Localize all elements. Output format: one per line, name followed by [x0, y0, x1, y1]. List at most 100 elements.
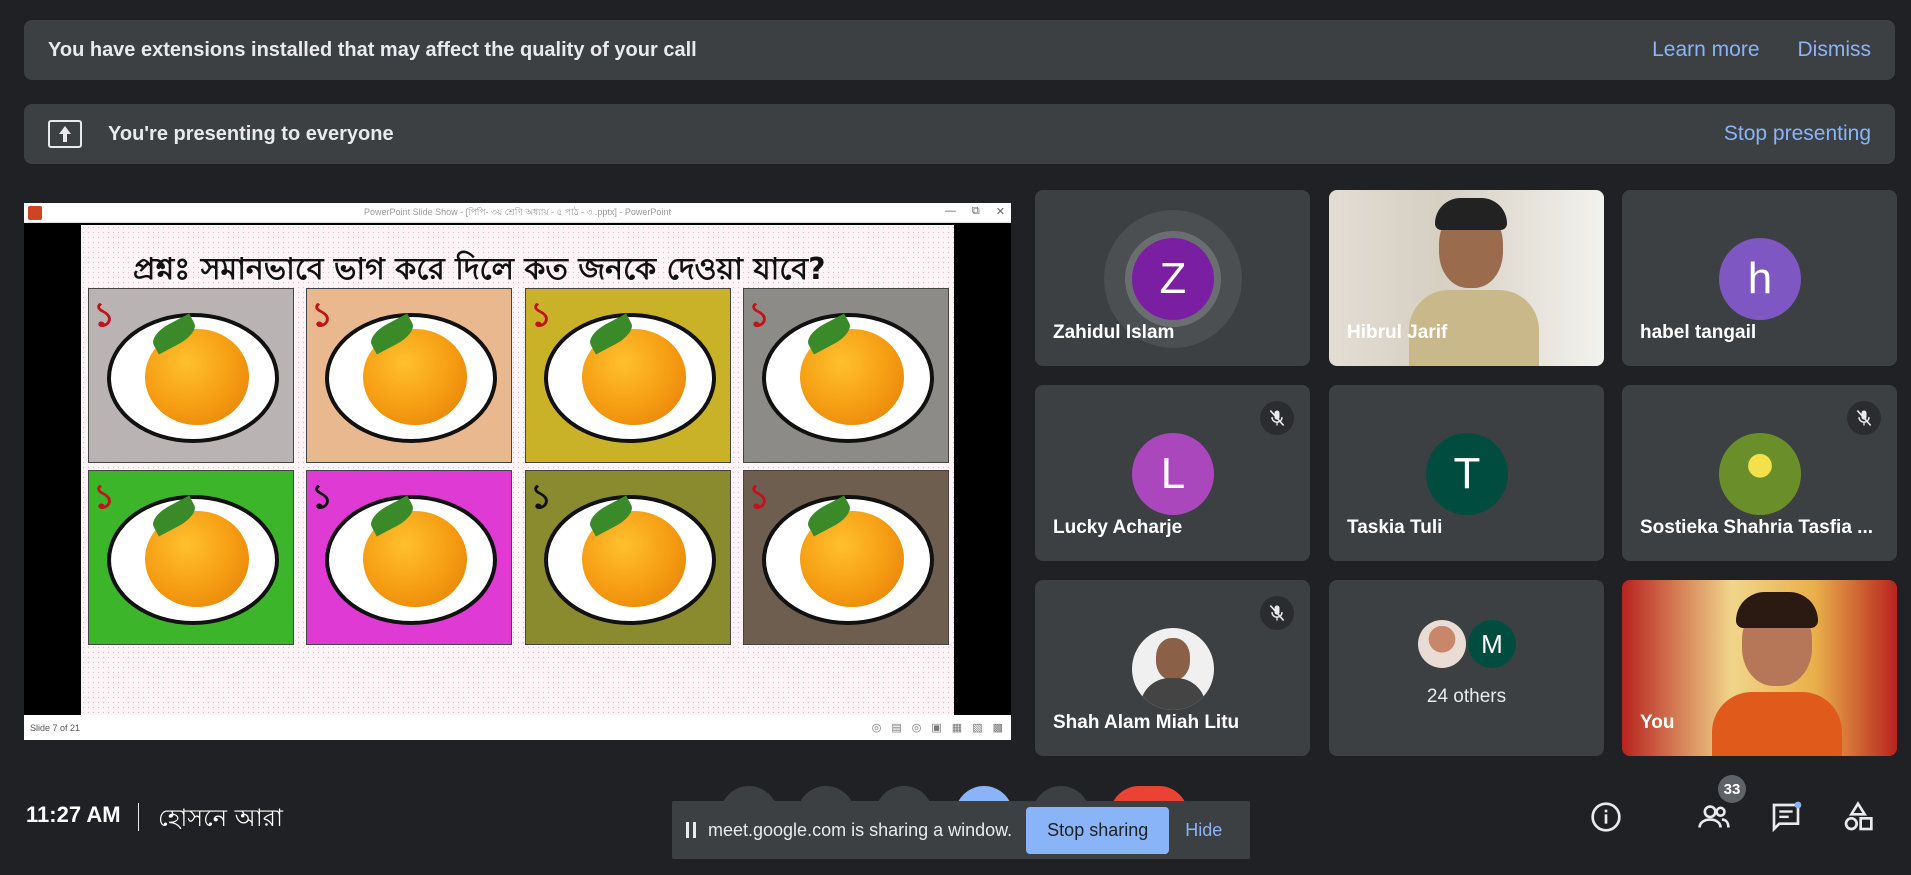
- others-count: 24 others: [1426, 686, 1507, 707]
- participant-tile-24-others[interactable]: M 24 others: [1329, 580, 1604, 756]
- avatar: h: [1719, 238, 1801, 320]
- plate: [107, 313, 279, 443]
- slideshow-icon[interactable]: ▩: [993, 721, 1003, 734]
- participant-tile-sostieka-shahria-tasfia[interactable]: Sostieka Shahria Tasfia ...: [1622, 385, 1897, 561]
- presenting-banner-actions: Stop presenting: [1724, 122, 1871, 146]
- avatar-initial: Z: [1159, 254, 1187, 303]
- participant-name: Taskia Tuli: [1347, 517, 1443, 538]
- muted-mic-icon: [1847, 401, 1881, 435]
- plate: [325, 495, 497, 625]
- plate: [325, 313, 497, 443]
- avatar-initial: T: [1453, 449, 1481, 498]
- orange-tile: ১: [525, 288, 731, 463]
- participant-name: habel tangail: [1640, 322, 1757, 343]
- participant-tile-hibrul-jarif[interactable]: Hibrul Jarif: [1329, 190, 1604, 366]
- others-avatar-photo: [1418, 620, 1466, 668]
- orange-tile: ১: [743, 288, 949, 463]
- orange-tile: ১: [306, 288, 512, 463]
- powerpoint-statusbar: Slide 7 of 21 ◎ ▤ ◎ ▣ ▦ ▧ ▩: [24, 715, 1011, 740]
- participant-tile-shah-alam-miah-litu[interactable]: Shah Alam Miah Litu: [1035, 580, 1310, 756]
- participant-name: Zahidul Islam: [1053, 322, 1175, 343]
- participant-tile-zahidul-islam[interactable]: Z Zahidul Islam: [1035, 190, 1310, 366]
- avatar: Z: [1132, 238, 1214, 320]
- normal-view-icon[interactable]: ▣: [931, 721, 941, 734]
- participant-tile-taskia-tuli[interactable]: T Taskia Tuli: [1329, 385, 1604, 561]
- stop-sharing-button[interactable]: Stop sharing: [1026, 806, 1170, 854]
- stop-presenting-button[interactable]: Stop presenting: [1724, 122, 1871, 146]
- participant-tile-lucky-acharje[interactable]: L Lucky Acharje: [1035, 385, 1310, 561]
- others-avatar: M: [1468, 620, 1516, 668]
- participant-name: Hibrul Jarif: [1347, 322, 1448, 343]
- close-icon[interactable]: ✕: [996, 205, 1005, 218]
- participant-tile-you[interactable]: You: [1622, 580, 1897, 756]
- reading-view-icon[interactable]: ▧: [972, 721, 982, 734]
- people-count-badge: 33: [1718, 775, 1746, 803]
- tile-number: ১: [93, 477, 116, 517]
- window-controls: — ⧉ ✕: [945, 205, 1005, 218]
- slide-sorter-icon[interactable]: ▦: [952, 721, 962, 734]
- powerpoint-window-title: PowerPoint Slide Show - [পিপি- ৩য় শ্রেণ…: [364, 207, 671, 217]
- activities-icon[interactable]: [1838, 797, 1878, 837]
- presenting-banner: You're presenting to everyone Stop prese…: [24, 104, 1895, 164]
- avatar-photo: [1132, 628, 1214, 710]
- tile-number: ১: [748, 295, 771, 335]
- drag-handle-icon[interactable]: [686, 822, 696, 838]
- accessibility-icon[interactable]: ◎: [872, 721, 882, 734]
- orange-tile: ১: [88, 288, 294, 463]
- view-buttons: ◎ ▤ ◎ ▣ ▦ ▧ ▩: [872, 721, 1011, 734]
- tile-number: ১: [748, 477, 771, 517]
- tile-number: ১: [530, 295, 553, 335]
- plate: [762, 495, 934, 625]
- presented-slide-window: PowerPoint Slide Show - [পিপি- ৩য় শ্রেণ…: [24, 203, 1011, 740]
- learn-more-button[interactable]: Learn more: [1652, 38, 1759, 62]
- muted-mic-icon: [1260, 401, 1294, 435]
- window-sharing-bar: meet.google.com is sharing a window. Sto…: [672, 801, 1250, 859]
- plate: [107, 495, 279, 625]
- minimize-icon[interactable]: —: [945, 205, 956, 218]
- meeting-name: হোসনে আরা: [158, 804, 283, 832]
- avatar: T: [1426, 433, 1508, 515]
- comments-icon[interactable]: ◎: [912, 721, 922, 734]
- orange-tile: ১: [306, 470, 512, 645]
- people-icon[interactable]: [1694, 797, 1734, 837]
- time-divider: [138, 803, 139, 831]
- notes-icon[interactable]: ▤: [891, 721, 901, 734]
- present-screen-icon: [48, 120, 82, 148]
- restore-icon[interactable]: ⧉: [972, 205, 980, 218]
- info-icon[interactable]: [1586, 797, 1626, 837]
- participant-name: You: [1640, 712, 1675, 733]
- participant-tile-habel-tangail[interactable]: h habel tangail: [1622, 190, 1897, 366]
- plate: [544, 313, 716, 443]
- slide-canvas: প্রশ্নঃ সমানভাবে ভাগ করে দিলে কত জনকে দে…: [81, 225, 954, 715]
- participant-name: Lucky Acharje: [1053, 517, 1183, 538]
- avatar-initial: h: [1747, 254, 1773, 303]
- powerpoint-titlebar: PowerPoint Slide Show - [পিপি- ৩য় শ্রেণ…: [24, 203, 1011, 223]
- dismiss-button[interactable]: Dismiss: [1798, 38, 1872, 62]
- orange-tile: ১: [743, 470, 949, 645]
- plate: [762, 313, 934, 443]
- orange-tile: ১: [525, 470, 731, 645]
- tile-number: ১: [93, 295, 116, 335]
- hide-sharing-bar-button[interactable]: Hide: [1185, 820, 1222, 841]
- extensions-banner-actions: Learn more Dismiss: [1652, 38, 1871, 62]
- participant-name: Sostieka Shahria Tasfia ...: [1640, 517, 1874, 538]
- tile-number: ১: [530, 477, 553, 517]
- tile-number: ১: [311, 477, 334, 517]
- slide-counter: Slide 7 of 21: [30, 722, 81, 733]
- participant-name: Shah Alam Miah Litu: [1053, 712, 1240, 733]
- others-avatar-initial: M: [1481, 628, 1503, 659]
- chat-icon[interactable]: [1766, 797, 1806, 837]
- sharing-message: meet.google.com is sharing a window.: [708, 819, 1013, 840]
- avatar: L: [1132, 433, 1214, 515]
- avatar-photo: [1719, 433, 1801, 515]
- extensions-message: You have extensions installed that may a…: [48, 38, 697, 61]
- avatar-initial: L: [1160, 449, 1186, 498]
- self-video: [1712, 592, 1842, 756]
- tile-number: ১: [311, 295, 334, 335]
- meeting-time: 11:27 AM: [26, 802, 121, 827]
- plate: [544, 495, 716, 625]
- extensions-banner: You have extensions installed that may a…: [24, 20, 1895, 80]
- orange-tile: ১: [88, 470, 294, 645]
- presenting-message: You're presenting to everyone: [108, 122, 394, 145]
- muted-mic-icon: [1260, 596, 1294, 630]
